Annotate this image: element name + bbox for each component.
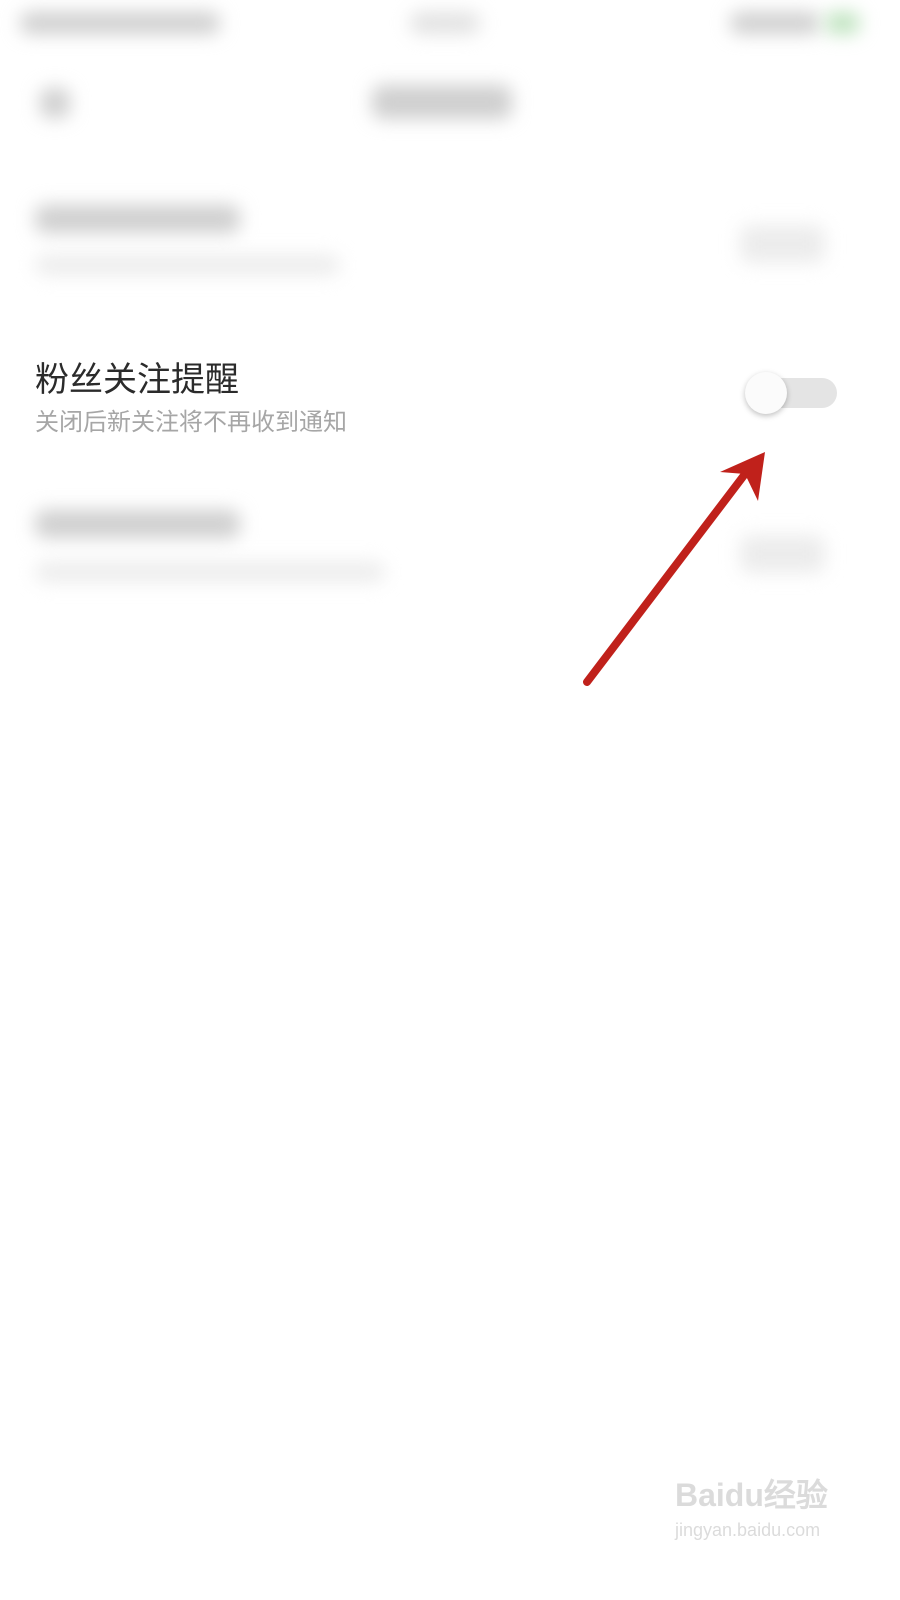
setting-row-above-toggle-blurred[interactable] xyxy=(740,225,825,263)
setting-description: 关闭后新关注将不再收到通知 xyxy=(35,408,347,436)
status-bar-center-blurred xyxy=(410,12,480,34)
setting-title: 粉丝关注提醒 xyxy=(35,360,239,400)
watermark-logo: Baidu经验 xyxy=(675,1477,828,1513)
watermark-url: jingyan.baidu.com xyxy=(675,1520,821,1540)
fan-follow-reminder-toggle[interactable] xyxy=(745,372,837,414)
fan-follow-reminder-row: 粉丝关注提醒 关闭后新关注将不再收到通知 xyxy=(0,330,900,450)
page-title-blurred xyxy=(372,85,512,119)
setting-row-below-title-blurred xyxy=(35,510,240,538)
status-bar-left-blurred xyxy=(20,12,220,34)
setting-row-above-desc-blurred xyxy=(35,255,340,275)
setting-row-below-toggle-blurred[interactable] xyxy=(740,535,825,573)
status-bar-right-blurred xyxy=(730,12,820,34)
setting-row-below-desc-blurred xyxy=(35,562,385,582)
battery-icon-blurred xyxy=(825,12,860,34)
arrow-head-icon xyxy=(720,452,765,501)
baidu-jingyan-watermark: Baidu经验 jingyan.baidu.com xyxy=(675,1470,845,1555)
toggle-knob xyxy=(745,372,787,414)
setting-row-above-title-blurred xyxy=(35,205,240,233)
arrow-shaft xyxy=(583,470,749,686)
back-icon-blurred[interactable] xyxy=(40,88,70,118)
